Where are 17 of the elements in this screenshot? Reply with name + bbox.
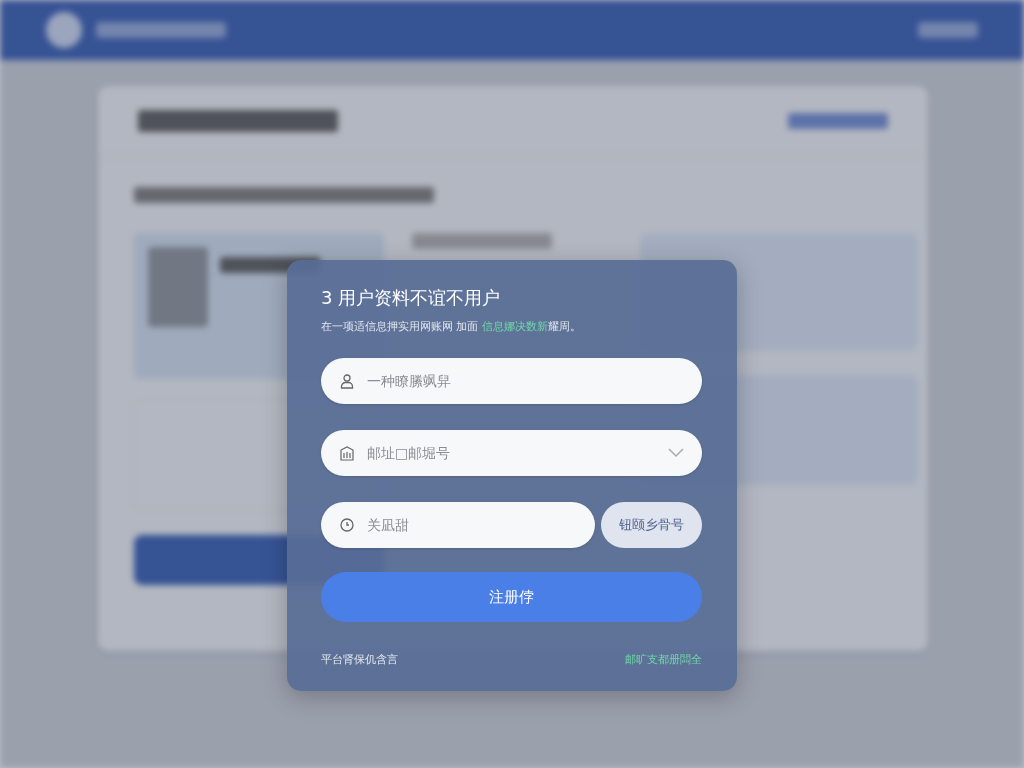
info-link[interactable]: 信息娜决数新 (482, 320, 548, 333)
footer-link[interactable]: 邮旷支都册闆全 (625, 652, 702, 667)
user-icon (339, 373, 355, 389)
register-button[interactable]: 注册侼 (321, 572, 702, 622)
footer-text: 平台肾保仉含言 (321, 652, 398, 667)
dialog-title: 3 用户资料不谊不用户 (321, 286, 502, 310)
input-field[interactable]: 关凪甜 (321, 502, 595, 548)
building-icon (339, 445, 355, 461)
send-code-button[interactable]: 钮颐乡骨号 (601, 502, 702, 548)
text-input[interactable]: 关凪甜 (365, 516, 577, 534)
text-input[interactable]: 邮址□邮堀号 (365, 444, 658, 462)
clock-icon (339, 517, 355, 533)
text-input[interactable]: 一种瞭縢飒舁 (365, 372, 684, 390)
chevron-down-icon (668, 448, 684, 458)
dialog-subtitle: 在一项适信息押实用网账网 加面 信息娜决数新耀周。 (321, 319, 582, 334)
input-field[interactable]: 邮址□邮堀号 (321, 430, 702, 476)
input-field[interactable]: 一种瞭縢飒舁 (321, 358, 702, 404)
